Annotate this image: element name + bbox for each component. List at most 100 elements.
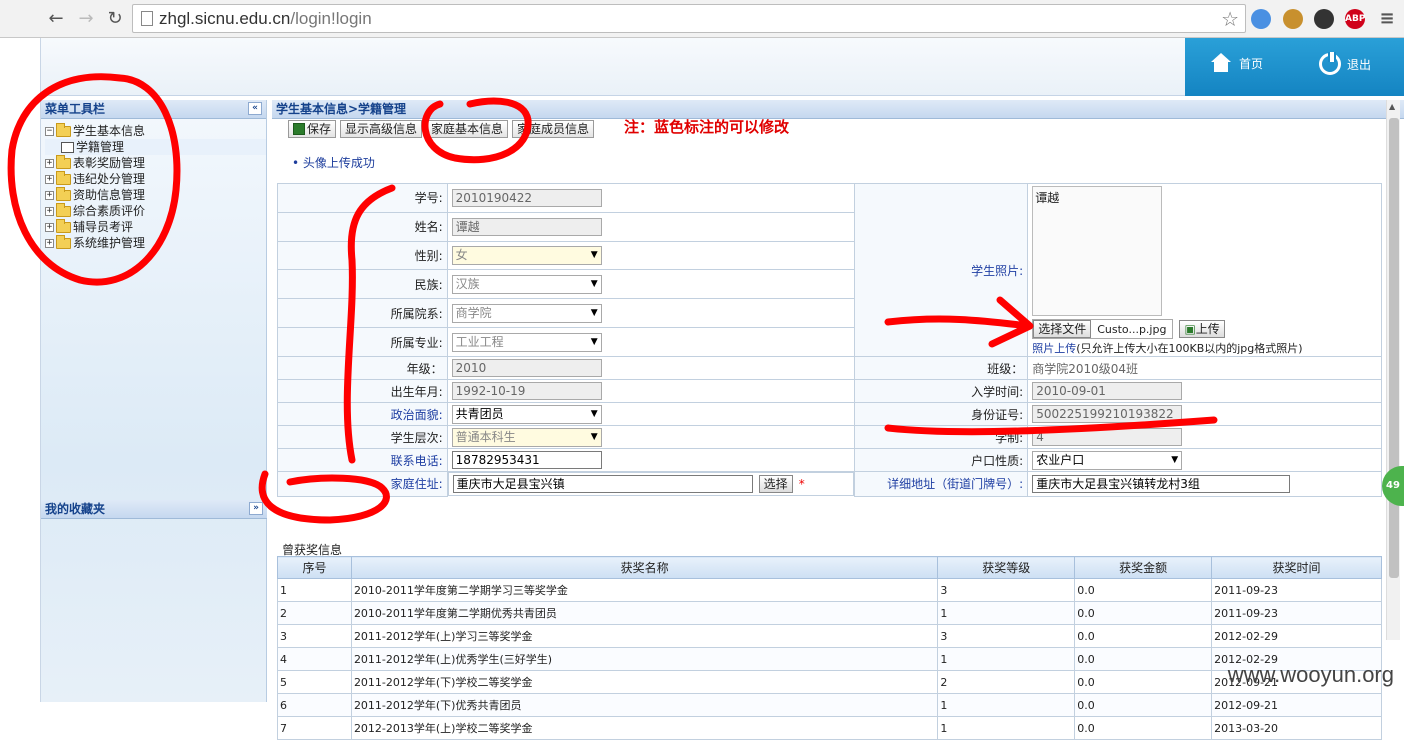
sidebar-item-label: 综合素质评价: [73, 203, 145, 219]
address-label: 家庭住址:: [278, 472, 448, 497]
table-cell: 2: [278, 602, 352, 625]
sidebar-item[interactable]: − 学生基本信息: [45, 123, 266, 139]
home-link[interactable]: 首页: [1209, 53, 1263, 73]
phone-label: 联系电话:: [278, 449, 448, 472]
gender-label: 性别:: [278, 241, 448, 270]
level-label: 学生层次:: [278, 426, 448, 449]
document-icon: [61, 142, 74, 153]
sidebar-item[interactable]: +表彰奖励管理: [45, 155, 266, 171]
choose-file-button[interactable]: 选择文件: [1033, 320, 1091, 338]
years-field: 4: [1032, 428, 1182, 446]
reload-icon[interactable]: ↻: [103, 7, 127, 31]
name-field: 谭越: [452, 218, 602, 236]
sidebar-item-label: 系统维护管理: [73, 235, 145, 251]
college-label: 所属院系:: [278, 299, 448, 328]
watermark: www.wooyun.org: [1228, 662, 1394, 688]
table-cell: 2012-02-29: [1212, 625, 1382, 648]
dropdown-arrow-icon: ▼: [591, 247, 598, 264]
folder-icon: [56, 206, 71, 217]
main-content: 学生基本信息>学籍管理 保存 显示高级信息 家庭基本信息 家庭成员信息 注：蓝色…: [272, 100, 1404, 702]
cookie-icon[interactable]: [1283, 9, 1303, 29]
ethnicity-label: 民族:: [278, 270, 448, 299]
collapse-left-icon[interactable]: «: [248, 102, 262, 115]
vertical-scrollbar[interactable]: ▲: [1386, 100, 1400, 640]
top-navigation: 首页 退出: [1185, 38, 1404, 96]
table-cell: 7: [278, 717, 352, 740]
sidebar-item[interactable]: +资助信息管理: [45, 187, 266, 203]
table-cell: 2011-2012学年(上)学习三等奖学金: [351, 625, 937, 648]
address-bar[interactable]: zhgl.sicnu.edu.cn/login!login ☆: [132, 4, 1246, 33]
table-row: 52011-2012学年(下)学校二等奖学金20.02012-09-21: [278, 671, 1382, 694]
table-cell: 0.0: [1075, 671, 1212, 694]
table-cell: 2012-2013学年(上)学校二等奖学金: [351, 717, 937, 740]
chrome-sync-icon[interactable]: [1251, 9, 1271, 29]
family-members-button[interactable]: 家庭成员信息: [512, 120, 594, 138]
sidebar-item[interactable]: +辅导员考评: [45, 219, 266, 235]
years-label: 学制:: [854, 426, 1028, 449]
expand-tree-icon[interactable]: +: [45, 207, 54, 216]
politics-select[interactable]: 共青团员▼: [452, 405, 602, 424]
awards-column-header: 获奖名称: [351, 557, 937, 579]
logout-link[interactable]: 退出: [1319, 53, 1371, 75]
table-cell: 2011-09-23: [1212, 579, 1382, 602]
forward-arrow-icon[interactable]: →: [74, 7, 98, 31]
table-cell: 0.0: [1075, 625, 1212, 648]
hukou-select[interactable]: 农业户口▼: [1032, 451, 1182, 470]
family-info-button[interactable]: 家庭基本信息: [426, 120, 508, 138]
photo-label: 学生照片:: [854, 184, 1028, 357]
scroll-up-icon[interactable]: ▲: [1389, 102, 1395, 111]
detail-address-field[interactable]: 重庆市大足县宝兴镇转龙村3组: [1032, 475, 1290, 493]
collapse-down-icon[interactable]: »: [249, 502, 263, 515]
sidebar-item[interactable]: +违纪处分管理: [45, 171, 266, 187]
expand-tree-icon[interactable]: +: [45, 191, 54, 200]
student-info-table: 学号: 2010190422 学生照片: 谭越 选择文件 Custo...p.j…: [277, 183, 1382, 497]
table-cell: 3: [938, 625, 1075, 648]
major-select: 工业工程▼: [452, 333, 602, 352]
adblock-icon[interactable]: ABP: [1345, 9, 1365, 29]
upload-button[interactable]: ▣上传: [1179, 320, 1224, 338]
class-value: 商学院2010级04班: [1028, 357, 1382, 380]
folder-icon: [56, 158, 71, 169]
table-cell: 2011-2012学年(下)学校二等奖学金: [351, 671, 937, 694]
collapse-tree-icon[interactable]: −: [45, 127, 54, 136]
upload-link[interactable]: 照片上传: [1032, 342, 1076, 355]
hukou-label: 户口性质:: [854, 449, 1028, 472]
table-cell: 1: [938, 648, 1075, 671]
save-button[interactable]: 保存: [288, 120, 336, 138]
bookmark-star-icon[interactable]: ☆: [1221, 7, 1239, 31]
table-cell: 1: [938, 694, 1075, 717]
expand-tree-icon[interactable]: +: [45, 223, 54, 232]
expand-tree-icon[interactable]: +: [45, 239, 54, 248]
favorites-panel: 我的收藏夹 »: [41, 500, 267, 519]
upload-icon: ▣: [1184, 322, 1195, 336]
favorites-title: 我的收藏夹: [45, 502, 105, 516]
dropdown-arrow-icon: ▼: [1171, 452, 1178, 469]
enroll-field: 2010-09-01: [1032, 382, 1182, 400]
table-cell: 4: [278, 648, 352, 671]
phone-field[interactable]: 18782953431: [452, 451, 602, 469]
college-select: 商学院▼: [452, 304, 602, 323]
address-field[interactable]: 重庆市大足县宝兴镇: [453, 475, 753, 493]
detail-address-label: 详细地址（街道门牌号）:: [854, 472, 1028, 497]
name-label: 姓名:: [278, 212, 448, 241]
sidebar-item[interactable]: 学籍管理: [45, 139, 266, 155]
choose-address-button[interactable]: 选择: [759, 475, 793, 493]
back-arrow-icon[interactable]: ←: [44, 7, 68, 31]
folder-icon: [56, 126, 71, 137]
menu-icon[interactable]: ≡: [1377, 9, 1397, 29]
table-row: 62011-2012学年(下)优秀共青团员10.02012-09-21: [278, 694, 1382, 717]
table-cell: 5: [278, 671, 352, 694]
dropdown-arrow-icon: ▼: [591, 406, 598, 423]
folder-icon: [56, 222, 71, 233]
show-advanced-button[interactable]: 显示高级信息: [340, 120, 422, 138]
expand-tree-icon[interactable]: +: [45, 175, 54, 184]
scrollbar-thumb[interactable]: [1389, 118, 1399, 578]
birth-field: 1992-10-19: [452, 382, 602, 400]
sidebar-item-label: 学生基本信息: [73, 123, 145, 139]
spy-icon[interactable]: [1314, 9, 1334, 29]
header-bar: 首页 退出: [41, 38, 1404, 96]
sidebar-item[interactable]: + 系统维护管理: [45, 235, 266, 251]
sidebar-item[interactable]: + 综合素质评价: [45, 203, 266, 219]
power-icon: [1319, 53, 1341, 75]
expand-tree-icon[interactable]: +: [45, 159, 54, 168]
